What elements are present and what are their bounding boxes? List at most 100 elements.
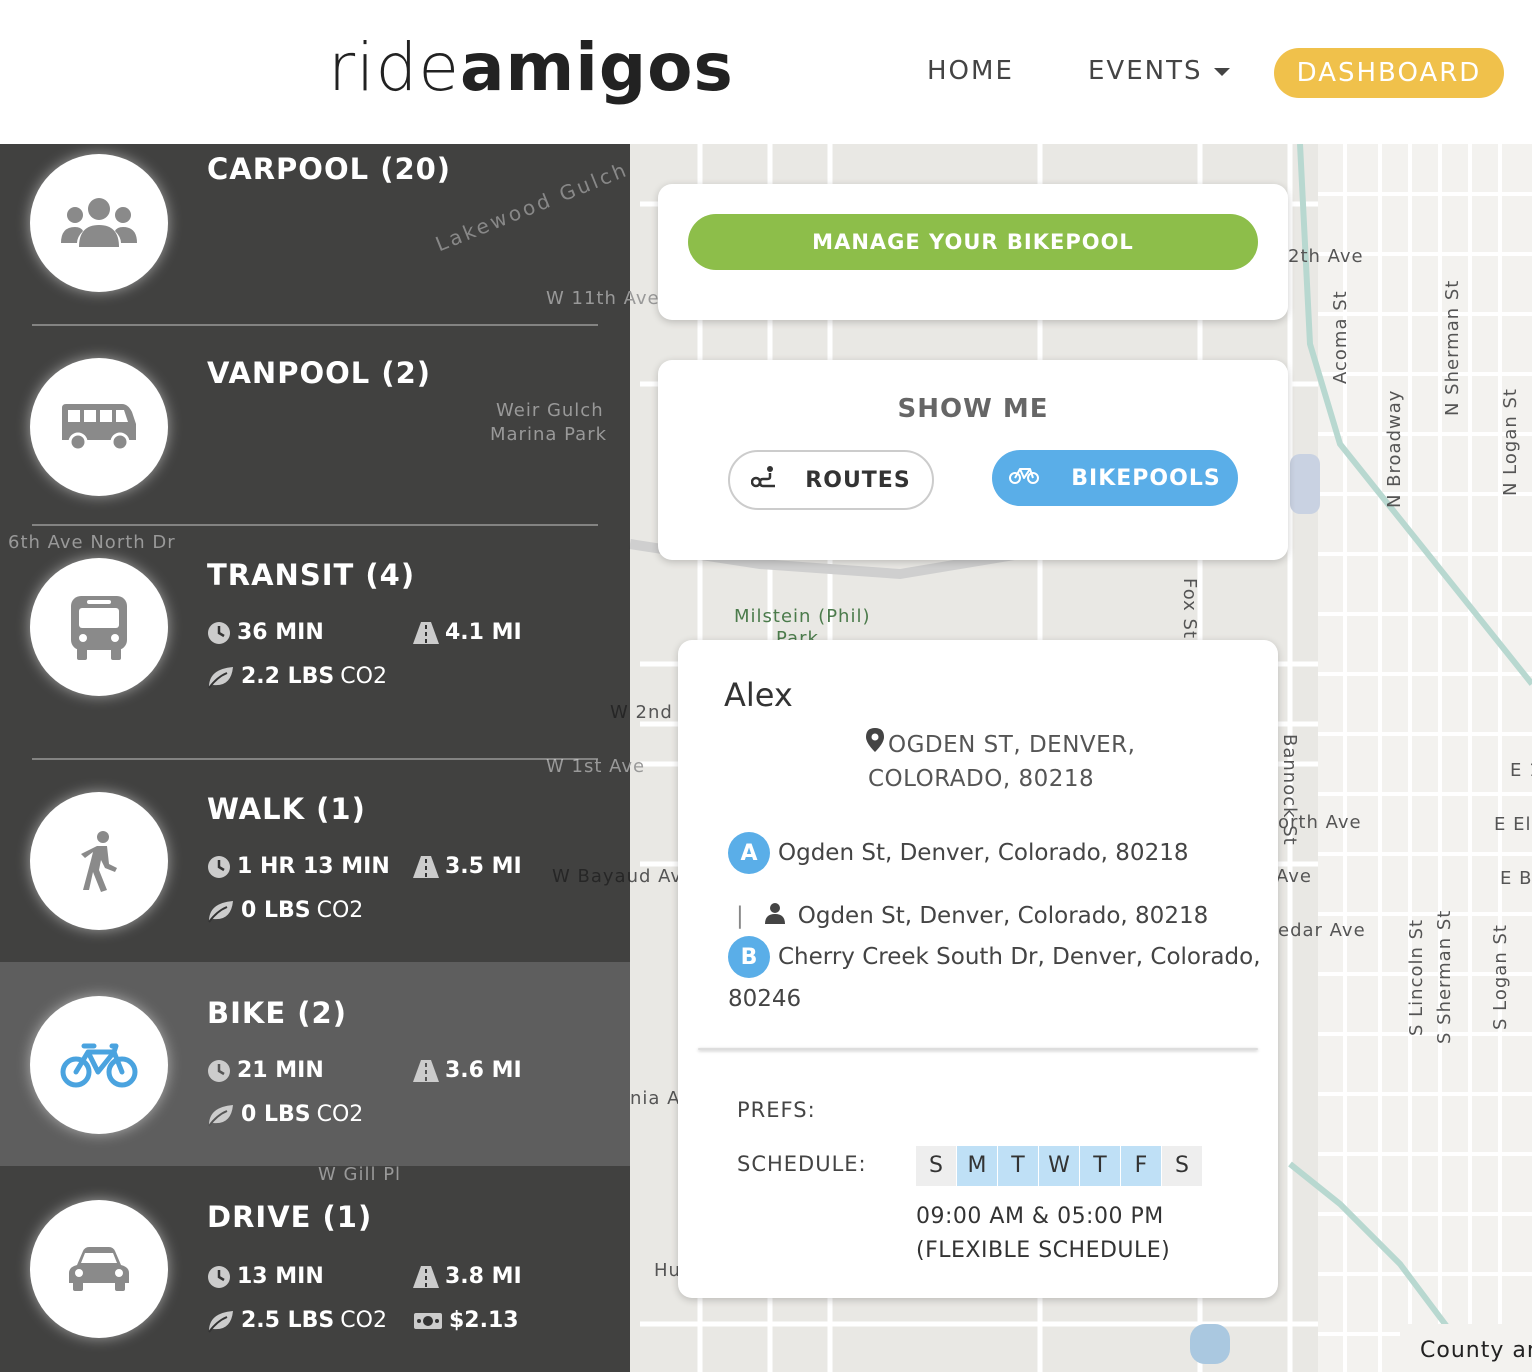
show-me-card: SHOW ME ROUTES BIKEPOOLS bbox=[658, 360, 1288, 560]
schedule-label: SCHEDULE: bbox=[737, 1152, 867, 1176]
header: rideamigos HOME EVENTS DASHBOARD bbox=[0, 0, 1532, 144]
co2-emissions: 0 LBS CO2 bbox=[207, 898, 363, 923]
schedule-days: SMTWTFS bbox=[916, 1146, 1203, 1186]
nav-events[interactable]: EVENTS bbox=[1088, 56, 1231, 86]
travel-time: 21 MIN bbox=[207, 1058, 324, 1083]
mode-icon-circle bbox=[30, 792, 168, 930]
map-label: orth Ave bbox=[1278, 812, 1362, 833]
map-label: edar Ave bbox=[1278, 920, 1366, 941]
travel-time: 13 MIN bbox=[207, 1264, 324, 1289]
chevron-down-icon bbox=[1214, 67, 1231, 76]
schedule-day: T bbox=[1080, 1146, 1120, 1186]
travel-distance: 3.8 MI bbox=[413, 1264, 522, 1289]
mode-title: BIKE (2) bbox=[207, 996, 347, 1030]
point-b-address: Cherry Creek South Dr, Denver, Colorado, bbox=[778, 944, 1261, 970]
bike-icon bbox=[60, 1043, 138, 1088]
dashboard-button[interactable]: DASHBOARD bbox=[1274, 48, 1504, 98]
co2-value: 2.5 LBS bbox=[241, 1308, 335, 1333]
travel-distance-value: 3.5 MI bbox=[445, 854, 522, 879]
address-line-1: OGDEN ST, DENVER, bbox=[888, 732, 1136, 758]
mode-icon-circle bbox=[30, 358, 168, 496]
map-label: Acoma St bbox=[1330, 290, 1351, 384]
clock-icon bbox=[207, 855, 231, 879]
travel-distance: 4.1 MI bbox=[413, 620, 522, 645]
group-icon bbox=[61, 198, 137, 247]
travel-time-value: 21 MIN bbox=[237, 1058, 324, 1083]
leaf-icon bbox=[207, 899, 235, 923]
point-b-marker: B bbox=[728, 936, 770, 978]
schedule-flex-line: (FLEXIBLE SCHEDULE) bbox=[916, 1238, 1171, 1263]
car-icon bbox=[69, 1247, 129, 1291]
rider-address: OGDEN ST, DENVER, COLORADO, 80218 bbox=[866, 728, 1168, 796]
co2-unit: CO2 bbox=[340, 1308, 387, 1333]
travel-time: 36 MIN bbox=[207, 620, 324, 645]
leaf-icon bbox=[207, 665, 235, 689]
route-line-icon: | bbox=[736, 903, 744, 929]
mode-walk[interactable]: WALK (1) 1 HR 13 MIN 3.5 MI 0 LBS CO2 bbox=[0, 760, 630, 960]
map-attribution: County an bbox=[1420, 1338, 1532, 1363]
mode-icon-circle bbox=[30, 154, 168, 292]
mode-title: TRANSIT (4) bbox=[207, 558, 416, 592]
schedule-day: M bbox=[957, 1146, 997, 1186]
point-a-address: Ogden St, Denver, Colorado, 80218 bbox=[778, 840, 1189, 866]
mode-icon-circle bbox=[30, 996, 168, 1134]
map-label: S Sherman St bbox=[1434, 909, 1455, 1044]
schedule-day: F bbox=[1121, 1146, 1161, 1186]
van-icon bbox=[62, 404, 136, 452]
mode-drive[interactable]: DRIVE (1) 13 MIN 3.8 MI 2.5 LBS CO2 $2.13 bbox=[0, 1166, 630, 1372]
map-label: Hu bbox=[654, 1260, 681, 1281]
mode-panel: Lakewood Gulch W 11th Ave Weir Gulch Mar… bbox=[0, 144, 659, 1372]
map-label: Milstein (Phil) bbox=[734, 606, 871, 627]
rider-location-row: | Ogden St, Denver, Colorado, 80218 bbox=[736, 902, 1208, 930]
travel-distance: 3.6 MI bbox=[413, 1058, 522, 1083]
co2-unit: CO2 bbox=[316, 1102, 364, 1127]
road-icon bbox=[413, 855, 439, 878]
map-label: S Logan St bbox=[1490, 924, 1511, 1030]
co2-value: 0 LBS bbox=[241, 1102, 311, 1127]
route-icon bbox=[751, 465, 777, 495]
road-icon bbox=[413, 621, 439, 644]
leaf-icon bbox=[207, 1309, 235, 1333]
bike-icon bbox=[1009, 465, 1040, 491]
mode-title: WALK (1) bbox=[207, 792, 366, 826]
travel-time: 1 HR 13 MIN bbox=[207, 854, 390, 879]
co2-emissions: 2.2 LBS CO2 bbox=[207, 664, 387, 689]
rider-location-address: Ogden St, Denver, Colorado, 80218 bbox=[797, 903, 1209, 929]
travel-distance-value: 3.6 MI bbox=[445, 1058, 522, 1083]
clock-icon bbox=[207, 621, 231, 645]
co2-unit: CO2 bbox=[316, 898, 364, 923]
co2-emissions: 2.5 LBS CO2 bbox=[207, 1308, 387, 1333]
manage-bikepool-button[interactable]: MANAGE YOUR BIKEPOOL bbox=[688, 214, 1258, 270]
co2-emissions: 0 LBS CO2 bbox=[207, 1102, 363, 1127]
address-line-2: COLORADO, 80218 bbox=[868, 766, 1095, 792]
bus-icon bbox=[71, 596, 127, 660]
co2-value: 0 LBS bbox=[241, 898, 311, 923]
divider bbox=[32, 324, 598, 326]
mode-carpool[interactable]: CARPOOL (20) bbox=[0, 144, 630, 344]
logo[interactable]: rideamigos bbox=[328, 28, 734, 108]
address-row: OGDEN ST, DENVER, bbox=[866, 728, 1168, 762]
routes-toggle[interactable]: ROUTES bbox=[728, 450, 934, 510]
map-label: N Logan St bbox=[1500, 388, 1521, 496]
show-me-title: SHOW ME bbox=[897, 394, 1049, 424]
map-label: E El bbox=[1494, 814, 1532, 835]
bikepool-detail-card: Alex OGDEN ST, DENVER, COLORADO, 80218 A… bbox=[678, 640, 1278, 1298]
app: 2th Ave Acoma St N Broadway N Sherman St… bbox=[0, 0, 1532, 1372]
mode-transit[interactable]: TRANSIT (4) 36 MIN 4.1 MI 2.2 LBS CO2 bbox=[0, 544, 630, 764]
nav-events-label: EVENTS bbox=[1088, 56, 1203, 86]
schedule-day: W bbox=[1039, 1146, 1079, 1186]
prefs-label: PREFS: bbox=[737, 1098, 816, 1122]
person-icon bbox=[764, 902, 786, 930]
routes-label: ROUTES bbox=[805, 467, 911, 493]
location-pin-icon bbox=[866, 728, 884, 762]
map-label: N Sherman St bbox=[1442, 279, 1463, 416]
map-label: E 1 bbox=[1510, 760, 1532, 781]
schedule-time-line: 09:00 AM & 05:00 PM bbox=[916, 1204, 1164, 1229]
bikepools-toggle[interactable]: BIKEPOOLS bbox=[992, 450, 1238, 506]
point-b-row-2: 80246 bbox=[728, 986, 801, 1012]
nav-home[interactable]: HOME bbox=[927, 56, 1014, 86]
travel-distance-value: 3.8 MI bbox=[445, 1264, 522, 1289]
trip-cost: $2.13 bbox=[413, 1308, 519, 1333]
mode-vanpool[interactable]: VANPOOL (2) bbox=[0, 344, 630, 544]
mode-bike[interactable]: BIKE (2) 21 MIN 3.6 MI 0 LBS CO2 bbox=[0, 962, 630, 1166]
